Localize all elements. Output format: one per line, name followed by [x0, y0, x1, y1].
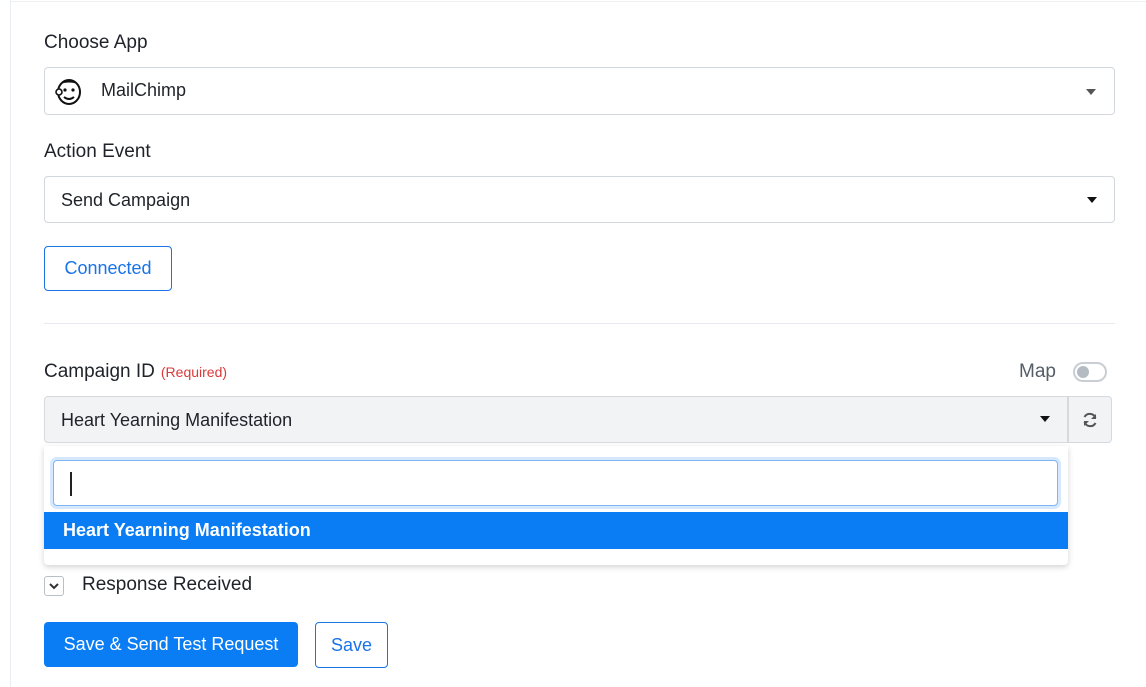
map-toggle-knob [1077, 366, 1089, 378]
dropdown-option[interactable]: Heart Yearning Manifestation [44, 512, 1068, 549]
response-toggle-checkbox[interactable] [44, 576, 64, 596]
action-event-value: Send Campaign [61, 190, 191, 210]
connected-button[interactable]: Connected [44, 246, 172, 291]
chevron-down-icon [49, 583, 59, 590]
page-top-border [10, 1, 1146, 2]
campaign-id-select[interactable]: Heart Yearning Manifestation [44, 396, 1068, 443]
section-divider [44, 323, 1115, 324]
choose-app-select[interactable]: MailChimp [44, 67, 1115, 115]
response-received-label: Response Received [82, 574, 253, 595]
choose-app-label: Choose App [44, 32, 148, 53]
save-button[interactable]: Save [315, 622, 388, 668]
mailchimp-logo-icon [53, 75, 85, 107]
campaign-id-value: Heart Yearning Manifestation [61, 410, 293, 430]
chevron-down-icon [1040, 416, 1050, 422]
action-event-select[interactable]: Send Campaign [44, 176, 1115, 223]
campaign-id-label: Campaign ID (Required) [44, 361, 227, 383]
chevron-down-icon [1087, 197, 1097, 203]
map-label: Map [1019, 361, 1056, 382]
dropdown-search-input[interactable] [53, 460, 1058, 506]
campaign-id-dropdown: Heart Yearning Manifestation [44, 446, 1068, 565]
save-send-test-button[interactable]: Save & Send Test Request [44, 622, 298, 667]
chevron-down-icon [1086, 89, 1096, 95]
map-toggle[interactable] [1073, 362, 1107, 382]
required-indicator: (Required) [160, 364, 228, 380]
choose-app-value: MailChimp [101, 80, 187, 100]
campaign-id-label-text: Campaign ID [44, 361, 155, 382]
refresh-button[interactable] [1068, 396, 1112, 443]
page-left-border [10, 0, 11, 687]
text-cursor [70, 472, 72, 496]
action-event-label: Action Event [44, 141, 151, 162]
refresh-icon [1081, 411, 1099, 429]
